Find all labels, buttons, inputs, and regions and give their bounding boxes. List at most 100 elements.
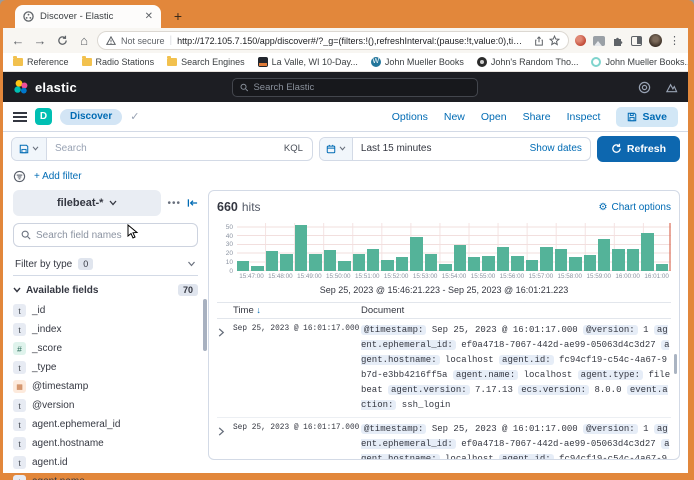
histogram-bar[interactable]	[482, 256, 494, 271]
histogram-bar[interactable]	[497, 247, 509, 271]
histogram-bar[interactable]	[396, 257, 408, 271]
field-item-agent.name[interactable]: tagent.name	[13, 472, 198, 480]
histogram-bar[interactable]	[656, 264, 668, 271]
histogram-bar[interactable]	[324, 250, 336, 271]
calendar-button[interactable]	[320, 138, 353, 160]
chart-plot-area[interactable]	[237, 223, 671, 271]
reload-icon[interactable]	[53, 32, 71, 50]
bookmark-item[interactable]: John Mueller Books...	[591, 57, 688, 67]
add-filter-link[interactable]: + Add filter	[34, 171, 82, 182]
histogram-bar[interactable]	[251, 266, 263, 271]
new-tab-button[interactable]: +	[169, 8, 187, 26]
filter-icon[interactable]	[13, 170, 26, 183]
chrome-menu-icon[interactable]: ⋮	[669, 34, 680, 47]
histogram-bar[interactable]	[381, 260, 393, 271]
bookmark-item[interactable]: Reference	[13, 57, 69, 67]
home-icon[interactable]: ⌂	[75, 32, 93, 50]
collapse-sidebar-icon[interactable]	[187, 198, 198, 208]
bookmark-item[interactable]: Radio Stations	[82, 57, 155, 67]
inspect-button[interactable]: Inspect	[567, 111, 601, 123]
share-button[interactable]: Share	[523, 111, 551, 123]
field-item-_score[interactable]: #_score	[13, 339, 198, 358]
histogram-bar[interactable]	[511, 256, 523, 271]
histogram-bar[interactable]	[266, 251, 278, 271]
profile-avatar[interactable]	[649, 34, 662, 47]
bookmark-item[interactable]: La Valle, WI 10-Day...	[258, 57, 358, 67]
global-search-input[interactable]	[253, 82, 470, 93]
browser-tab[interactable]: Discover - Elastic ✕	[15, 5, 161, 28]
histogram-bar[interactable]	[555, 249, 567, 271]
histogram-bar[interactable]	[540, 247, 552, 271]
sort-descending-icon[interactable]: ↓	[256, 305, 261, 315]
filter-by-type[interactable]: Filter by type 0	[13, 253, 198, 276]
refresh-button[interactable]: Refresh	[597, 136, 680, 162]
side-panel-icon[interactable]	[631, 36, 642, 46]
bookmark-item[interactable]: WJohn Mueller Books	[371, 57, 464, 67]
options-button[interactable]: Options	[392, 111, 428, 123]
index-pattern-select[interactable]: filebeat-*	[13, 190, 161, 216]
open-button[interactable]: Open	[481, 111, 507, 123]
kql-label[interactable]: KQL	[275, 143, 312, 154]
histogram-bar[interactable]	[584, 255, 596, 271]
histogram-bar[interactable]	[338, 261, 350, 271]
histogram-bar[interactable]	[295, 225, 307, 271]
field-item-@version[interactable]: t@version	[13, 396, 198, 415]
available-fields-header[interactable]: Available fields 70	[13, 284, 198, 296]
extension-red-icon[interactable]	[575, 35, 586, 46]
histogram-bar[interactable]	[309, 254, 321, 271]
histogram-bar[interactable]	[439, 264, 451, 271]
histogram-bar[interactable]	[598, 239, 610, 271]
elastic-logo[interactable]: elastic	[13, 79, 77, 95]
time-range-value[interactable]: Last 15 minutes	[353, 143, 522, 154]
extensions-puzzle-icon[interactable]	[612, 35, 624, 47]
save-button[interactable]: Save	[616, 107, 678, 127]
bookmark-item[interactable]: Search Engines	[167, 57, 245, 67]
share-icon[interactable]	[534, 36, 544, 46]
space-badge[interactable]: D	[35, 108, 52, 125]
time-column-header[interactable]: Time ↓	[233, 305, 361, 316]
tab-close-icon[interactable]: ✕	[145, 11, 153, 22]
histogram-bar[interactable]	[569, 257, 581, 271]
histogram-bar[interactable]	[410, 237, 422, 271]
field-search[interactable]	[13, 223, 198, 247]
histogram-bar[interactable]	[280, 254, 292, 271]
histogram-bar[interactable]	[367, 249, 379, 271]
table-scrollbar[interactable]	[674, 354, 677, 374]
field-item-agent.id[interactable]: tagent.id	[13, 453, 198, 472]
histogram-bar[interactable]	[425, 254, 437, 271]
histogram-bar[interactable]	[612, 249, 624, 271]
histogram-bar[interactable]	[627, 249, 639, 271]
histogram-bar[interactable]	[468, 257, 480, 271]
histogram-bar[interactable]	[353, 254, 365, 271]
histogram-bar[interactable]	[641, 233, 653, 271]
forward-icon[interactable]: →	[31, 32, 49, 50]
fields-scrollbar[interactable]	[203, 299, 207, 351]
extension-screenshot-icon[interactable]	[593, 36, 605, 46]
breadcrumb[interactable]: Discover	[60, 109, 122, 125]
document-column-header[interactable]: Document	[361, 305, 671, 316]
new-button[interactable]: New	[444, 111, 465, 123]
expand-row-icon[interactable]	[217, 422, 233, 460]
field-item-_type[interactable]: t_type	[13, 358, 198, 377]
alerts-icon[interactable]	[665, 81, 678, 94]
histogram-bar[interactable]	[526, 260, 538, 271]
saved-query-button[interactable]	[12, 138, 47, 160]
global-search[interactable]	[232, 78, 478, 97]
chart-options-link[interactable]: ⚙ Chart options	[599, 202, 671, 213]
menu-hamburger-icon[interactable]	[13, 112, 27, 122]
bookmark-item[interactable]: John's Random Tho...	[477, 57, 579, 67]
histogram-bar[interactable]	[237, 261, 249, 271]
histogram-bar[interactable]	[454, 245, 466, 271]
address-bar[interactable]: Not secure | http://172.105.7.150/app/di…	[97, 31, 569, 50]
field-item-_index[interactable]: t_index	[13, 320, 198, 339]
help-icon[interactable]	[638, 81, 651, 94]
index-options-icon[interactable]: •••	[167, 198, 181, 209]
field-item-agent.hostname[interactable]: tagent.hostname	[13, 434, 198, 453]
field-search-input[interactable]	[36, 230, 190, 241]
back-icon[interactable]: ←	[9, 32, 27, 50]
expand-row-icon[interactable]	[217, 323, 233, 413]
field-item-@timestamp[interactable]: ▦@timestamp	[13, 377, 198, 396]
bookmark-star-icon[interactable]	[549, 35, 560, 46]
show-dates-link[interactable]: Show dates	[522, 143, 590, 154]
field-item-_id[interactable]: t_id	[13, 301, 198, 320]
